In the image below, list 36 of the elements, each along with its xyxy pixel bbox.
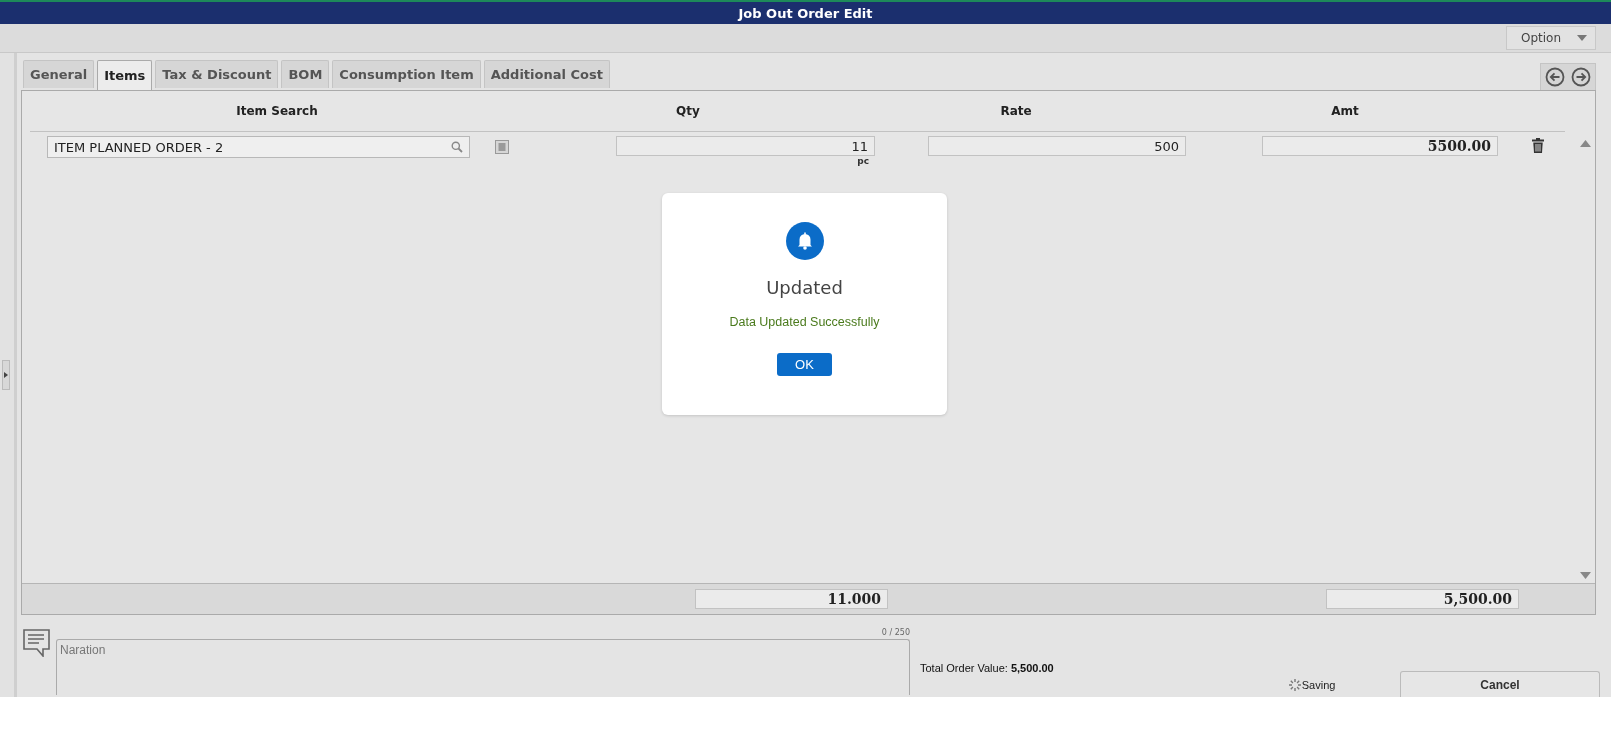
saving-status: Saving: [1301, 679, 1336, 691]
column-header: Item Search: [235, 104, 319, 118]
search-icon: [451, 141, 463, 153]
column-header: Amt: [1330, 104, 1360, 118]
caret-icon: [1577, 35, 1587, 41]
scroll-down-icon[interactable]: [1580, 572, 1591, 579]
amount-field: 5500.00: [1262, 136, 1498, 156]
comment-icon: [23, 629, 50, 657]
amount-total: 5,500.00: [1326, 589, 1519, 609]
qty-total: 11.000: [695, 589, 888, 609]
bell-icon: [785, 222, 824, 260]
tab[interactable]: General: [23, 60, 95, 88]
expand-handle[interactable]: [2, 360, 10, 390]
dialog-message: Data Updated Successfully: [729, 315, 880, 329]
total-order-value: Total Order Value: 5,500.00: [920, 662, 1054, 674]
char-counter: 0 / 250: [881, 628, 910, 637]
ok-button[interactable]: OK: [777, 353, 832, 376]
narration-field[interactable]: Naration: [56, 639, 910, 695]
spinner-icon: [1288, 679, 1301, 691]
rate-field[interactable]: 500: [928, 136, 1186, 156]
item-search-field[interactable]: ITEM PLANNED ORDER - 2: [47, 136, 470, 158]
window-title: Job Out Order Edit: [738, 5, 873, 21]
qty-field[interactable]: 11: [616, 136, 875, 156]
tab[interactable]: Tax & Discount: [155, 60, 279, 88]
tab[interactable]: Additional Cost: [483, 60, 610, 88]
column-header: Qty: [675, 104, 701, 118]
cancel-button[interactable]: Cancel: [1400, 671, 1600, 697]
column-header: Rate: [999, 104, 1033, 118]
unit-label: pc: [857, 156, 869, 166]
option-button[interactable]: Option: [1506, 26, 1596, 50]
dialog-title: Updated: [766, 277, 843, 298]
trash-icon[interactable]: [1532, 138, 1544, 153]
tab[interactable]: Items: [97, 60, 153, 90]
tab[interactable]: BOM: [281, 60, 330, 88]
tab[interactable]: Consumption Item: [332, 60, 481, 88]
scroll-up-icon[interactable]: [1580, 140, 1591, 147]
